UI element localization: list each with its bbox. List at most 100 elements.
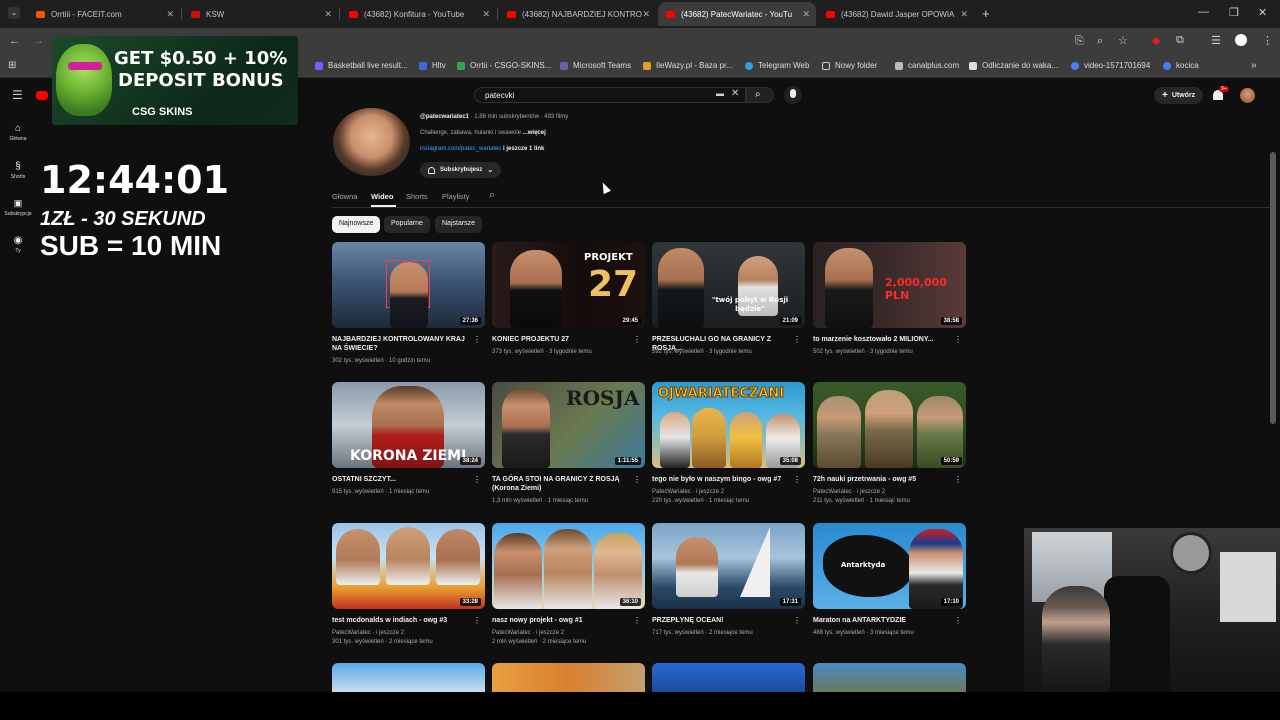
more-actions-icon[interactable]: ⋮ — [633, 335, 641, 344]
zoom-icon[interactable]: ⌕ — [1097, 35, 1103, 48]
video-thumbnail[interactable]: KORONA ZIEMI 38:24 — [332, 382, 485, 468]
tab-search-icon[interactable]: ⌄ — [8, 7, 20, 19]
video-thumbnail[interactable]: 27:36 — [332, 242, 485, 328]
subscribed-button[interactable]: Subskrybujesz ⌄ — [420, 162, 502, 178]
close-icon[interactable]: ✕ — [482, 9, 490, 20]
video-thumbnail[interactable]: OJWARIATECZANI 35:08 — [652, 382, 805, 468]
chip-popular[interactable]: Popularne — [384, 216, 430, 233]
minimize-icon[interactable]: — — [1198, 6, 1209, 18]
tab-ksw[interactable]: KSW ✕ — [183, 2, 338, 26]
video-thumbnail[interactable] — [332, 663, 485, 692]
sidebar-item-home[interactable]: ⌂ Główna — [0, 118, 36, 148]
more-actions-icon[interactable]: ⋮ — [793, 616, 801, 625]
menu-dots-icon[interactable]: ⋮ — [1262, 34, 1273, 47]
more-actions-icon[interactable]: ⋮ — [473, 475, 481, 484]
video-thumbnail[interactable]: PROJEKT 27 29:45 — [492, 242, 645, 328]
tab-dawid-jasper[interactable]: (43682) Dawid Jasper OPOWIA ✕ — [818, 2, 974, 26]
video-title[interactable]: test mcdonalds w indiach - owg #3 — [332, 616, 472, 625]
more-actions-icon[interactable]: ⋮ — [633, 616, 641, 625]
bookmark[interactable]: kocica — [1163, 61, 1199, 70]
close-icon[interactable]: ✕ — [642, 9, 650, 20]
video-title[interactable]: nasz nowy projekt - owg #1 — [492, 616, 632, 625]
more-actions-icon[interactable]: ⋮ — [793, 475, 801, 484]
close-icon[interactable]: ✕ — [324, 9, 332, 20]
close-icon[interactable]: ✕ — [802, 9, 810, 20]
close-window-icon[interactable]: ✕ — [1258, 6, 1267, 19]
video-title[interactable]: Maraton na ANTARKTYDZIE — [813, 616, 953, 625]
more-actions-icon[interactable]: ⋮ — [793, 335, 801, 344]
bookmark[interactable]: Telegram Web — [745, 61, 809, 70]
search-button[interactable]: ⌕ — [746, 87, 774, 103]
extension-red-icon[interactable]: ◆ — [1152, 34, 1160, 47]
video-title[interactable]: tego nie było w naszym bingo - owg #7 — [652, 475, 792, 484]
video-channel[interactable]: PatecWariatec · i jeszcze 2 — [652, 488, 802, 496]
bookmark[interactable]: Orrtii - CSGO-SKINS... — [457, 61, 551, 70]
bookmark[interactable]: IleWazy.pl - Baza pr... — [643, 61, 733, 70]
avatar[interactable] — [1240, 88, 1255, 103]
close-icon[interactable]: ✕ — [166, 9, 174, 20]
video-thumbnail[interactable] — [652, 663, 805, 692]
video-thumbnail[interactable] — [492, 663, 645, 692]
video-title[interactable]: PRZEPŁYNĘ OCEAN! — [652, 616, 792, 625]
apps-icon[interactable]: ⊞ — [8, 60, 16, 71]
more-actions-icon[interactable]: ⋮ — [633, 475, 641, 484]
channel-search-icon[interactable]: ⌕ — [489, 189, 495, 202]
tab-shorts[interactable]: Shorts — [406, 192, 428, 201]
extensions-icon[interactable]: ⧉ — [1176, 34, 1184, 47]
more-actions-icon[interactable]: ⋮ — [473, 335, 481, 344]
bookmark[interactable]: Hltv — [419, 61, 446, 70]
new-tab-icon[interactable]: + — [982, 6, 990, 21]
channel-description[interactable]: Challenge, zabawa, hulanki i swawole ...… — [420, 130, 546, 136]
scrollbar[interactable] — [1270, 152, 1276, 424]
search-input[interactable]: patecvki — [474, 87, 746, 103]
video-thumbnail[interactable]: 50:59 — [813, 382, 966, 468]
more-bookmarks-icon[interactable]: » — [1251, 60, 1257, 71]
create-button[interactable]: + Utwórz — [1154, 87, 1204, 104]
bookmark[interactable]: Microsoft Teams — [560, 61, 631, 70]
forward-icon[interactable]: → — [33, 35, 44, 47]
voice-search-button[interactable] — [784, 86, 802, 104]
sidebar-item-subscriptions[interactable]: ▣ Subskrypcje — [0, 193, 36, 223]
more-actions-icon[interactable]: ⋮ — [954, 616, 962, 625]
sidebar-item-you[interactable]: ◉ Ty — [0, 230, 36, 260]
notifications-button[interactable]: 9+ — [1212, 86, 1229, 102]
video-thumbnail[interactable]: ROSJA 1:11:55 — [492, 382, 645, 468]
back-icon[interactable]: ← — [9, 35, 20, 47]
tab-faceit[interactable]: Orrtiii - FACEIT.com ✕ — [28, 2, 180, 26]
video-thumbnail[interactable]: "twój pobyt w Rosji będzie" 21:09 — [652, 242, 805, 328]
tab-home[interactable]: Główna — [332, 192, 357, 201]
video-channel[interactable]: PatecWariatec · i jeszcze 2 — [492, 629, 642, 637]
more-links[interactable]: i jeszcze 1 link — [501, 146, 544, 152]
video-title[interactable]: 72h nauki przetrwania - owg #5 — [813, 475, 953, 484]
keyboard-icon[interactable]: ▬ — [716, 89, 724, 98]
install-icon[interactable]: ⎘ — [1075, 35, 1084, 48]
channel-link[interactable]: instagram.com/patec_wariatec — [420, 146, 501, 152]
sidebar-icon[interactable]: ☰ — [1211, 34, 1221, 47]
video-channel[interactable]: PatecWariatec · i jeszcze 2 — [332, 629, 482, 637]
channel-avatar[interactable] — [333, 108, 410, 176]
youtube-logo-icon[interactable] — [36, 91, 48, 100]
tab-konfitura[interactable]: (43682) Konfitura - YouTube ✕ — [341, 2, 496, 26]
hamburger-icon[interactable]: ☰ — [12, 88, 23, 102]
bookmark[interactable]: canalplus.com — [895, 61, 959, 70]
more-actions-icon[interactable]: ⋮ — [954, 335, 962, 344]
profile-icon[interactable] — [1235, 34, 1247, 46]
video-thumbnail[interactable]: 2,000,000 PLN 38:58 — [813, 242, 966, 328]
chip-oldest[interactable]: Najstarsze — [435, 216, 483, 233]
tab-videos[interactable]: Wideo — [371, 192, 393, 201]
tab-patecwariatec[interactable]: (43682) PatecWariatec - YouTu ✕ — [658, 2, 816, 26]
video-title[interactable]: TA GÓRA STOI NA GRANICY Z ROSJĄ (Korona … — [492, 475, 632, 493]
bookmark[interactable]: Odliczanie do waka... — [969, 61, 1058, 70]
video-thumbnail[interactable]: 33:28 — [332, 523, 485, 609]
bookmark-folder[interactable]: Nowy folder — [822, 61, 877, 70]
sidebar-item-shorts[interactable]: § Shorts — [0, 156, 36, 186]
video-title[interactable]: to marzenie kosztowało 2 MILIONY... — [813, 335, 953, 344]
bookmark[interactable]: Basketball live result... — [315, 61, 408, 70]
close-icon[interactable]: ✕ — [960, 9, 968, 20]
video-title[interactable]: OSTATNI SZCZYT... — [332, 475, 472, 484]
restore-icon[interactable]: ❐ — [1229, 6, 1239, 19]
video-thumbnail[interactable]: 36:10 — [492, 523, 645, 609]
chip-newest[interactable]: Najnowsze — [332, 216, 381, 233]
tab-najbardziej[interactable]: (43682) NAJBARDZIEJ KONTRO ✕ — [499, 2, 656, 26]
video-title[interactable]: KONIEC PROJEKTU 27 — [492, 335, 632, 344]
